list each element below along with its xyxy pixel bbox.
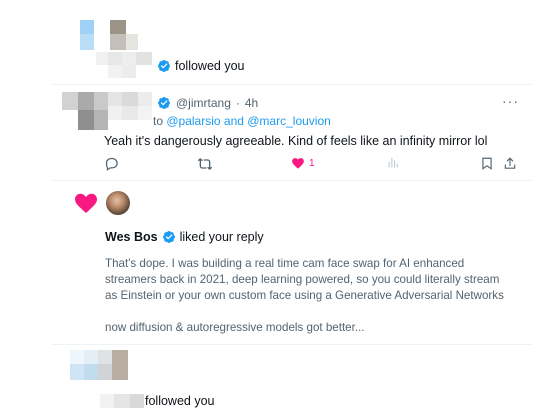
more-options-icon[interactable]: ··· [502,93,519,109]
avatar[interactable] [106,191,130,215]
share-icon [504,157,516,169]
tweet-body: Yeah it's dangerously agreeable. Kind of… [104,134,488,148]
blurred-avatar-1[interactable] [80,20,144,52]
divider [52,84,532,85]
tweet-handle[interactable]: @jimrtang [176,96,231,110]
verified-badge-icon [158,60,170,72]
notifications-feed: followed you @jimrtang · 4h ··· to @pala… [0,0,532,419]
quote-line: streamers back in 2021, deep learning po… [105,273,500,286]
views-icon [388,157,398,168]
heart-filled-icon [292,158,304,169]
replying-mentions[interactable]: @palarsio and @marc_louvion [166,114,330,128]
reply-button[interactable] [104,156,119,171]
verified-badge-icon [162,231,175,243]
bookmark-icon [482,157,492,170]
follow-action-text-2: followed you [145,394,215,408]
divider [52,344,532,345]
follow-text-1: followed you [157,59,245,73]
divider [52,180,532,181]
quote-line: That's dope. I was building a real time … [105,257,465,270]
blurred-user-name-2[interactable] [100,394,146,410]
replying-to: to @palarsio and @marc_louvion [153,114,331,128]
tweet-time[interactable]: 4h [245,96,258,110]
blurred-user-name-1[interactable] [96,52,156,78]
follow-action-text-1: followed you [175,59,245,73]
share-button[interactable] [503,156,517,171]
views-button[interactable] [387,156,400,169]
like-count: 1 [309,157,315,169]
tweet-header: @jimrtang · 4h [157,96,258,110]
scrollbar[interactable] [532,0,550,419]
heart-filled-icon [75,193,97,213]
quote-line: now diffusion & autoregressive models go… [105,321,365,334]
liker-name[interactable]: Wes Bos [105,230,158,244]
replying-prefix: to [153,114,164,128]
tweet-separator: · [235,96,240,110]
verified-badge-icon [158,97,170,109]
liked-reply-text[interactable]: That's dope. I was building a real time … [105,256,525,336]
retweet-icon [197,158,213,170]
blurred-avatar-2[interactable] [70,350,134,384]
bookmark-button[interactable] [480,156,494,171]
like-action-text: liked your reply [179,230,264,244]
like-button[interactable]: 1 [291,156,315,170]
quote-line: as Einstein or your own custom face usin… [105,289,504,302]
blurred-reply-author[interactable] [62,92,154,132]
reply-icon [105,157,118,171]
like-line: Wes Bos liked your reply [105,230,264,244]
retweet-button[interactable] [197,156,213,172]
